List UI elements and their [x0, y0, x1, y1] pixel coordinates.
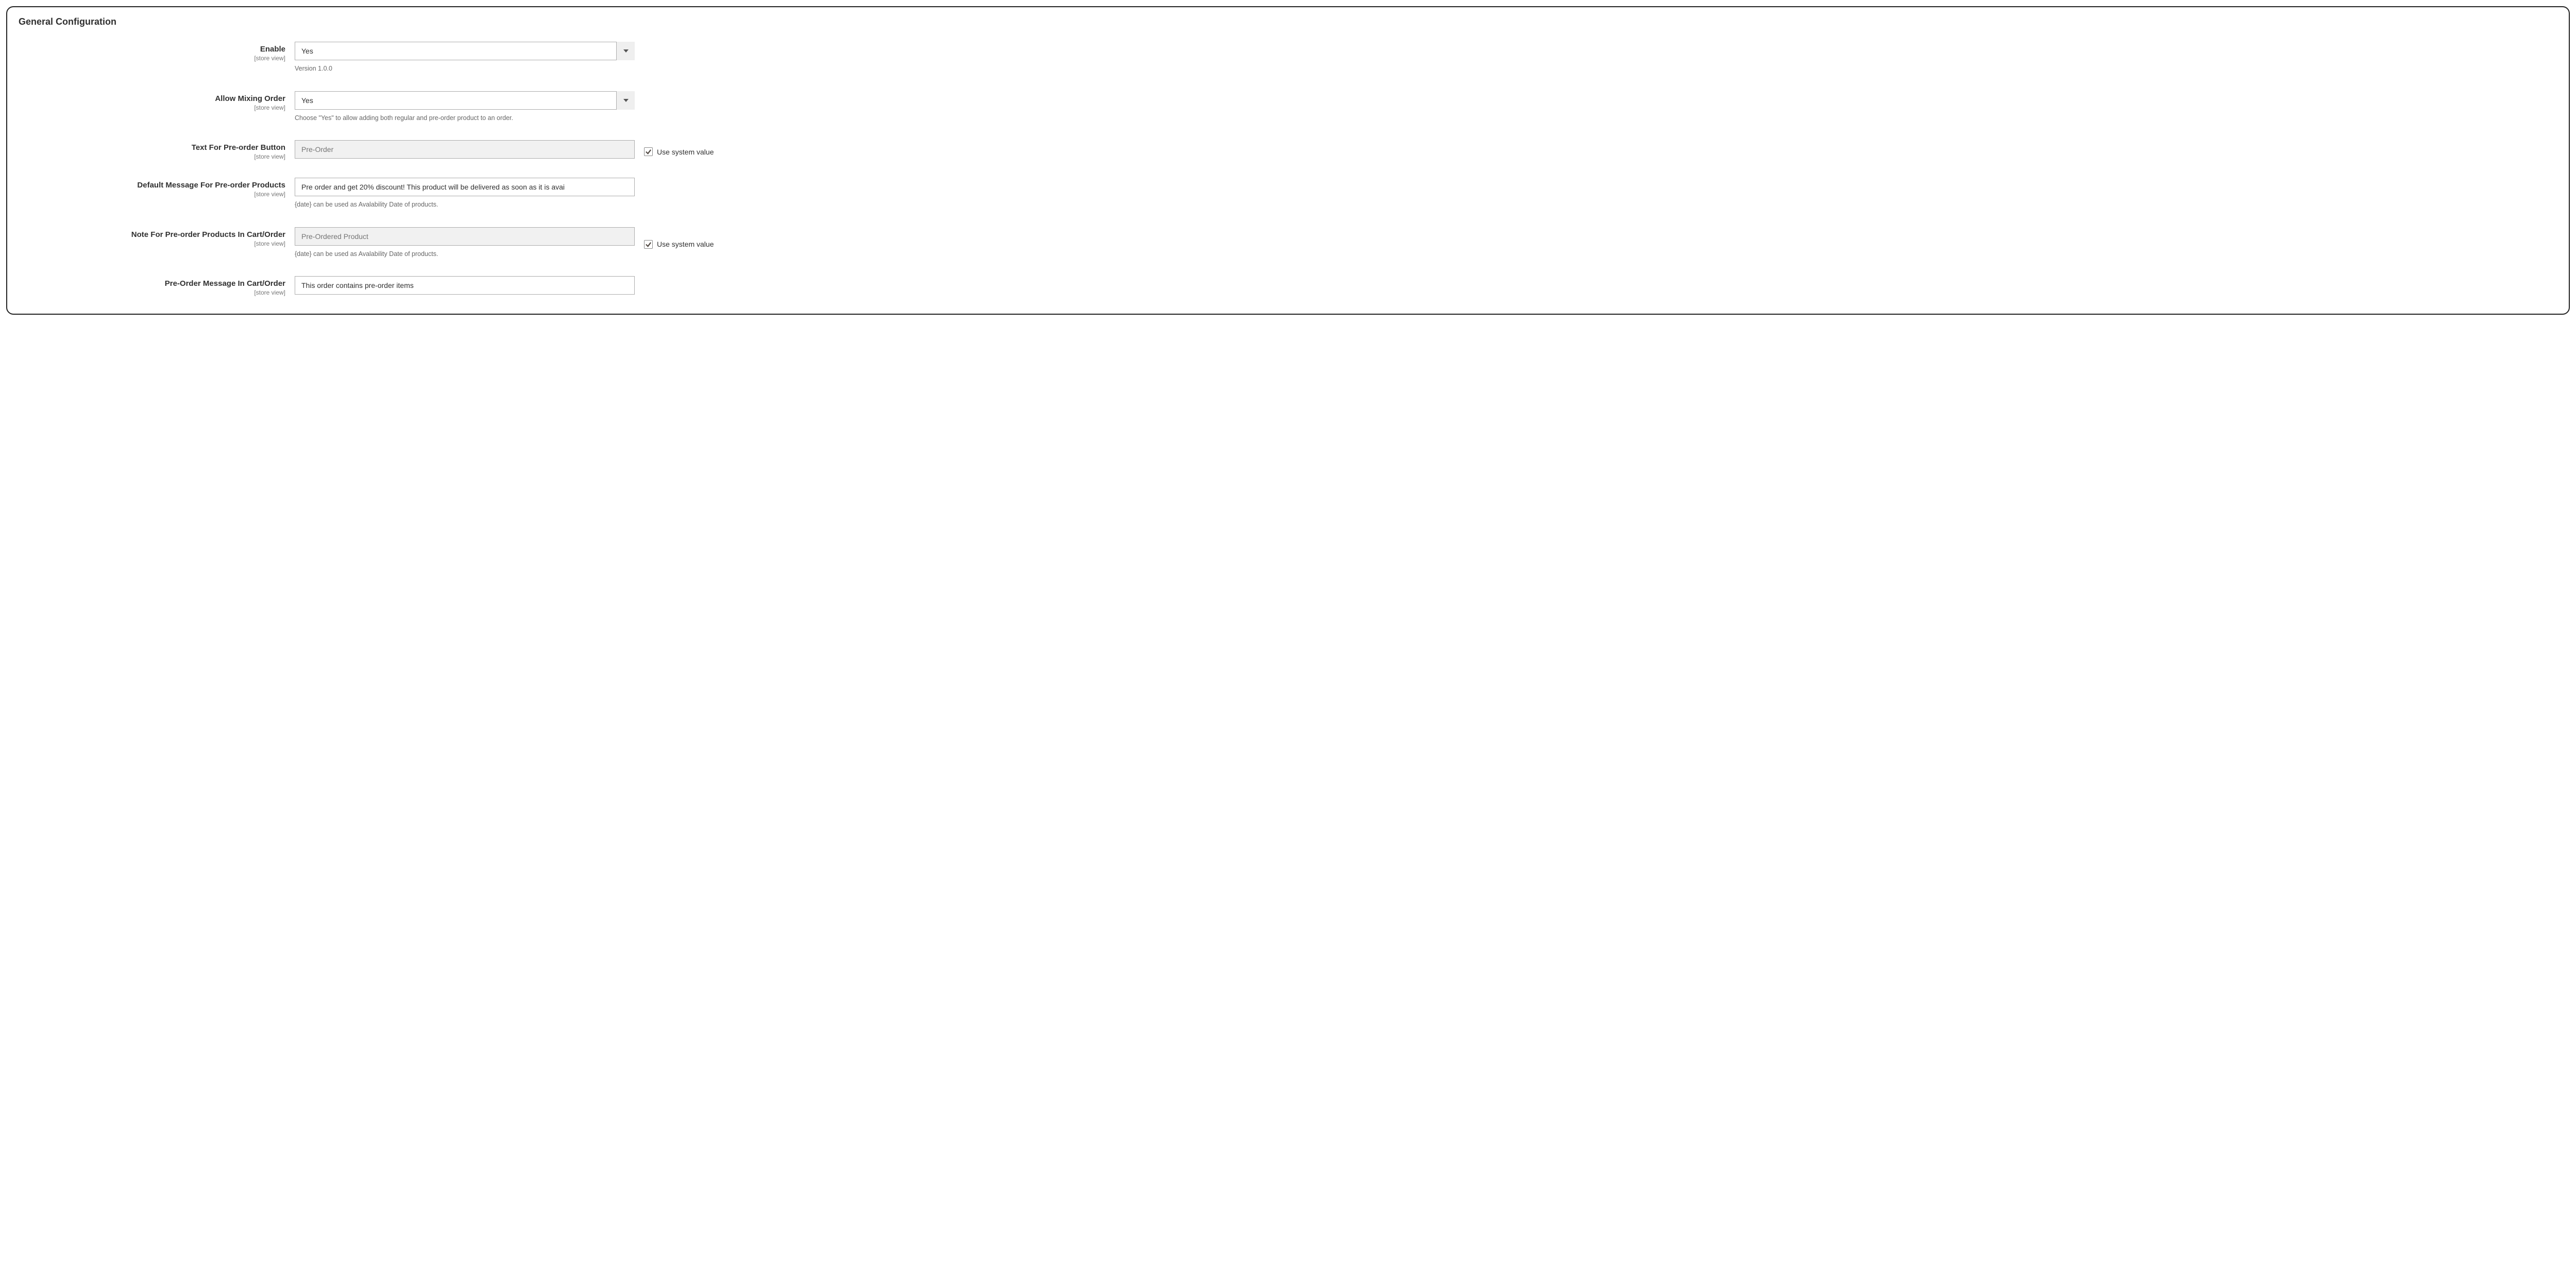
- field-control-col: [295, 140, 635, 160]
- allow-mixing-helper: Choose "Yes" to allow adding both regula…: [295, 114, 635, 123]
- field-button-text: Text For Pre-order Button [store view] U…: [18, 140, 2558, 160]
- enable-label: Enable: [260, 45, 285, 54]
- button-text-label: Text For Pre-order Button: [192, 143, 285, 152]
- allow-mixing-select-value[interactable]: Yes: [295, 91, 635, 110]
- field-control-col: Yes Version 1.0.0: [295, 42, 635, 74]
- field-control-col: [295, 276, 635, 296]
- allow-mixing-select[interactable]: Yes: [295, 91, 635, 110]
- enable-helper: Version 1.0.0: [295, 64, 635, 74]
- field-extra-col: [644, 91, 2558, 123]
- general-configuration-panel: General Configuration Enable [store view…: [6, 6, 2570, 315]
- field-label-col: Default Message For Pre-order Products […: [18, 178, 285, 210]
- field-cart-message: Pre-Order Message In Cart/Order [store v…: [18, 276, 2558, 296]
- use-system-value-checkbox[interactable]: [644, 147, 653, 156]
- field-cart-note: Note For Pre-order Products In Cart/Orde…: [18, 227, 2558, 259]
- field-control-col: {date} can be used as Avalability Date o…: [295, 178, 635, 210]
- field-extra-col: [644, 178, 2558, 210]
- field-control-col: {date} can be used as Avalability Date o…: [295, 227, 635, 259]
- default-message-input[interactable]: [295, 178, 635, 196]
- scope-label: [store view]: [18, 104, 285, 111]
- field-label-col: Enable [store view]: [18, 42, 285, 74]
- field-control-col: Yes Choose "Yes" to allow adding both re…: [295, 91, 635, 123]
- scope-label: [store view]: [18, 289, 285, 296]
- cart-note-input: [295, 227, 635, 246]
- field-enable: Enable [store view] Yes Version 1.0.0: [18, 42, 2558, 74]
- field-extra-col: Use system value: [644, 140, 2558, 160]
- field-extra-col: [644, 42, 2558, 74]
- cart-message-label: Pre-Order Message In Cart/Order: [165, 279, 285, 288]
- enable-select[interactable]: Yes: [295, 42, 635, 60]
- field-default-message: Default Message For Pre-order Products […: [18, 178, 2558, 210]
- allow-mixing-label: Allow Mixing Order: [215, 94, 285, 103]
- scope-label: [store view]: [18, 191, 285, 198]
- section-title: General Configuration: [19, 16, 2558, 27]
- default-message-label: Default Message For Pre-order Products: [137, 181, 285, 190]
- scope-label: [store view]: [18, 153, 285, 160]
- field-allow-mixing: Allow Mixing Order [store view] Yes Choo…: [18, 91, 2558, 123]
- field-label-col: Note For Pre-order Products In Cart/Orde…: [18, 227, 285, 259]
- use-system-value-checkbox[interactable]: [644, 240, 653, 249]
- cart-note-helper: {date} can be used as Avalability Date o…: [295, 250, 635, 259]
- use-system-value-label: Use system value: [657, 148, 714, 156]
- field-label-col: Pre-Order Message In Cart/Order [store v…: [18, 276, 285, 296]
- cart-message-input[interactable]: [295, 276, 635, 295]
- field-extra-col: Use system value: [644, 227, 2558, 259]
- field-label-col: Allow Mixing Order [store view]: [18, 91, 285, 123]
- scope-label: [store view]: [18, 240, 285, 247]
- scope-label: [store view]: [18, 55, 285, 62]
- use-system-value-label: Use system value: [657, 240, 714, 248]
- field-label-col: Text For Pre-order Button [store view]: [18, 140, 285, 160]
- cart-note-label: Note For Pre-order Products In Cart/Orde…: [131, 230, 285, 239]
- field-extra-col: [644, 276, 2558, 296]
- button-text-input: [295, 140, 635, 159]
- default-message-helper: {date} can be used as Avalability Date o…: [295, 200, 635, 210]
- enable-select-value[interactable]: Yes: [295, 42, 635, 60]
